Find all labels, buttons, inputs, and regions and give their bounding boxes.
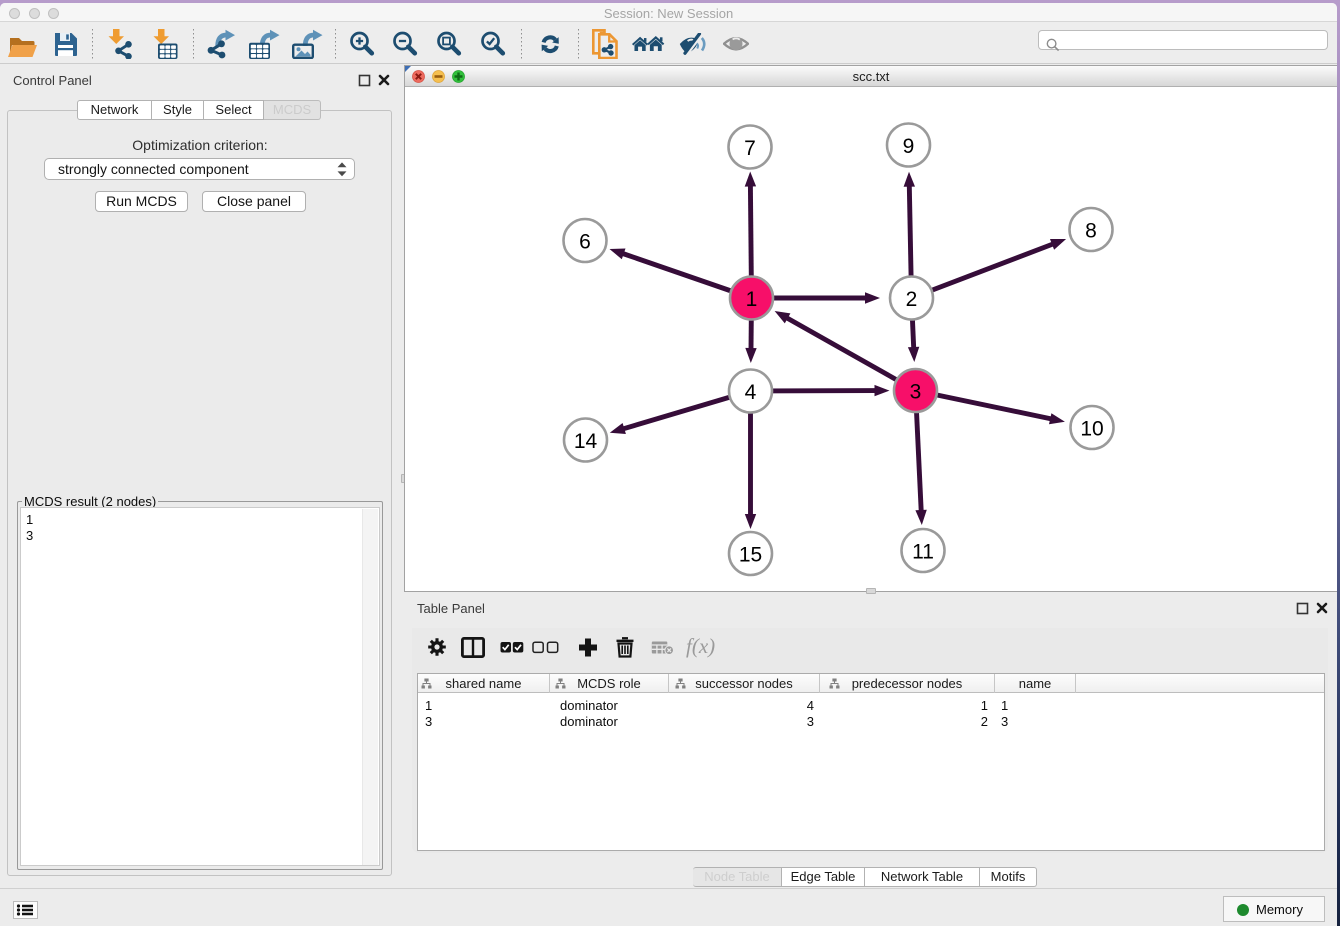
svg-text:2: 2 [906, 288, 918, 311]
svg-text:14: 14 [574, 430, 598, 453]
svg-text:15: 15 [739, 544, 762, 567]
svg-text:11: 11 [912, 541, 934, 564]
svg-text:10: 10 [1080, 418, 1103, 441]
svg-text:3: 3 [910, 381, 922, 404]
svg-text:1: 1 [746, 288, 758, 311]
svg-text:8: 8 [1085, 220, 1097, 243]
svg-text:7: 7 [744, 137, 756, 160]
svg-text:4: 4 [745, 381, 757, 404]
svg-text:6: 6 [579, 231, 591, 254]
svg-text:9: 9 [903, 135, 915, 158]
